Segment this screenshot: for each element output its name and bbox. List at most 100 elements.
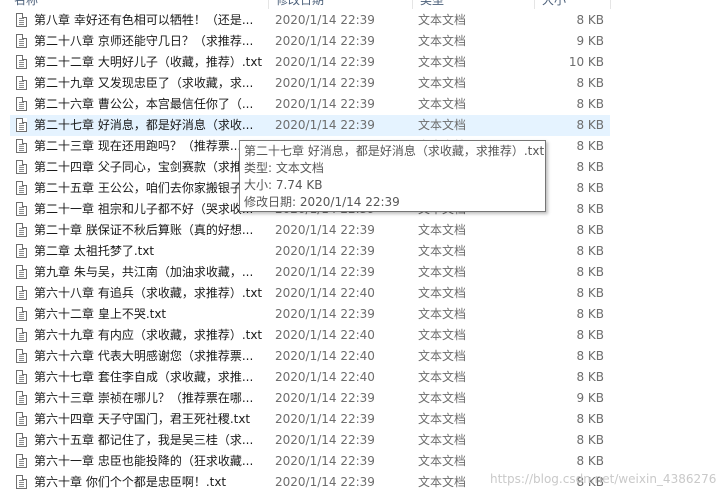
- text-file-icon: [16, 475, 27, 489]
- file-date: 2020/1/14 22:39: [275, 475, 375, 489]
- file-date: 2020/1/14 22:39: [275, 307, 375, 321]
- file-size: 8 KB: [576, 307, 604, 321]
- text-file-icon: [16, 286, 27, 300]
- file-size: 9 KB: [576, 391, 604, 405]
- column-divider[interactable]: [534, 0, 535, 9]
- file-row[interactable]: 第六十二章 皇上不哭.txt 2020/1/14 22:39 文本文档 8 KB: [10, 304, 610, 325]
- file-size: 8 KB: [576, 454, 604, 468]
- file-date: 2020/1/14 22:39: [275, 118, 375, 132]
- text-file-icon: [16, 223, 27, 237]
- file-row[interactable]: 第二十八章 京师还能守几日？（求推荐... 2020/1/14 22:39 文本文档…: [10, 31, 610, 52]
- file-type: 文本文档: [418, 223, 467, 237]
- file-name: 第六十二章 皇上不哭.txt: [34, 307, 167, 321]
- text-file-icon: [16, 412, 27, 426]
- file-size: 10 KB: [568, 55, 604, 69]
- file-type: 文本文档: [418, 286, 467, 300]
- file-row[interactable]: 第六十五章 都记住了，我是吴三桂（求... 2020/1/14 22:39 文本文档…: [10, 430, 610, 451]
- file-size: 8 KB: [576, 76, 604, 90]
- file-row[interactable]: 第六十九章 有内应（求收藏，求推荐）.txt 2020/1/14 22:40 文本文…: [10, 325, 610, 346]
- file-row[interactable]: 第二十二章 大明好儿子（收藏，推荐）.txt 2020/1/14 22:39 文本文…: [10, 52, 610, 73]
- text-file-icon: [16, 160, 27, 174]
- file-row[interactable]: 第二十七章 好消息，都是好消息（求收... 2020/1/14 22:39 文本文档…: [10, 115, 610, 136]
- text-file-icon: [16, 55, 27, 69]
- file-name: 第二章 太祖托梦了.txt: [34, 244, 155, 258]
- file-size: 8 KB: [576, 412, 604, 426]
- file-date: 2020/1/14 22:40: [275, 370, 375, 384]
- file-date: 2020/1/14 22:39: [275, 433, 375, 447]
- file-size: 8 KB: [576, 433, 604, 447]
- text-file-icon: [16, 433, 27, 447]
- file-name: 第六十四章 天子守国门，君王死社稷.txt: [34, 412, 251, 426]
- column-divider[interactable]: [412, 0, 413, 9]
- file-name: 第二十八章 京师还能守几日？（求推荐...: [34, 34, 254, 48]
- file-date: 2020/1/14 22:39: [275, 76, 375, 90]
- file-name: 第六十一章 忠臣也能投降的（狂求收藏...: [34, 454, 254, 468]
- text-file-icon: [16, 139, 27, 153]
- file-name: 第二十七章 好消息，都是好消息（求收...: [34, 118, 254, 132]
- file-row[interactable]: 第二十六章 曹公公，本宫最信任你了（... 2020/1/14 22:39 文本文档…: [10, 94, 610, 115]
- text-file-icon: [16, 181, 27, 195]
- text-file-icon: [16, 244, 27, 258]
- file-row[interactable]: 第二十九章 又发现忠臣了（求收藏，求... 2020/1/14 22:39 文本文档…: [10, 73, 610, 94]
- file-type: 文本文档: [418, 370, 467, 384]
- watermark: https://blog.csdn.net/weixin_43862765: [490, 472, 717, 486]
- text-file-icon: [16, 34, 27, 48]
- file-row[interactable]: 第九章 朱与吴，共江南（加油求收藏，... 2020/1/14 22:39 文本文档…: [10, 262, 610, 283]
- file-type: 文本文档: [418, 34, 467, 48]
- header-name[interactable]: 名称: [10, 0, 38, 9]
- file-name: 第二十四章 父子同心，宝剑赛款（求推...: [34, 160, 254, 174]
- tooltip-size: 大小: 7.74 KB: [244, 178, 323, 192]
- text-file-icon: [16, 13, 27, 27]
- file-row[interactable]: 第六十八章 有追兵（求收藏，求推荐）.txt 2020/1/14 22:40 文本文…: [10, 283, 610, 304]
- file-row[interactable]: 第六十七章 套住李自成（求收藏，求推... 2020/1/14 22:40 文本文档…: [10, 367, 610, 388]
- file-row[interactable]: 第六十六章 代表大明感谢您（求推荐票... 2020/1/14 22:40 文本文档…: [10, 346, 610, 367]
- file-type: 文本文档: [418, 475, 467, 489]
- file-type: 文本文档: [418, 328, 467, 342]
- file-date: 2020/1/14 22:39: [275, 391, 375, 405]
- file-size: 8 KB: [576, 244, 604, 258]
- column-divider[interactable]: [610, 0, 611, 9]
- file-date: 2020/1/14 22:40: [275, 286, 375, 300]
- file-type: 文本文档: [418, 349, 467, 363]
- file-date: 2020/1/14 22:39: [275, 223, 375, 237]
- file-date: 2020/1/14 22:40: [275, 349, 375, 363]
- file-row[interactable]: 第六十四章 天子守国门，君王死社稷.txt 2020/1/14 22:39 文本文档…: [10, 409, 610, 430]
- column-divider[interactable]: [268, 0, 269, 9]
- file-name: 第六十章 你们个个都是忠臣啊！.txt: [34, 475, 227, 489]
- file-date: 2020/1/14 22:39: [275, 97, 375, 111]
- file-row[interactable]: 第二十章 朕保证不秋后算账（真的好想... 2020/1/14 22:39 文本文档…: [10, 220, 610, 241]
- file-type: 文本文档: [418, 391, 467, 405]
- text-file-icon: [16, 454, 27, 468]
- text-file-icon: [16, 118, 27, 132]
- header-date[interactable]: 修改日期: [272, 0, 324, 9]
- text-file-icon: [16, 97, 27, 111]
- header-size[interactable]: 大小: [538, 0, 566, 9]
- file-name: 第六十五章 都记住了，我是吴三桂（求...: [34, 433, 254, 447]
- file-row[interactable]: 第八章 幸好还有色相可以牺牲！（还是... 2020/1/14 22:39 文本文档…: [10, 10, 610, 31]
- file-type: 文本文档: [418, 454, 467, 468]
- file-date: 2020/1/14 22:39: [275, 13, 375, 27]
- file-type: 文本文档: [418, 97, 467, 111]
- file-size: 8 KB: [576, 223, 604, 237]
- file-row[interactable]: 第二章 太祖托梦了.txt 2020/1/14 22:39 文本文档 8 KB: [10, 241, 610, 262]
- file-size: 8 KB: [576, 349, 604, 363]
- tooltip-type: 类型: 文本文档: [244, 161, 324, 175]
- file-date: 2020/1/14 22:39: [275, 55, 375, 69]
- file-type: 文本文档: [418, 118, 467, 132]
- file-date: 2020/1/14 22:39: [275, 454, 375, 468]
- file-type: 文本文档: [418, 433, 467, 447]
- file-tooltip: 第二十七章 好消息，都是好消息（求收藏，求推荐）.txt 类型: 文本文档 大小…: [239, 140, 546, 212]
- file-name: 第二十一章 祖宗和儿子都不好（哭求收...: [34, 202, 254, 216]
- file-date: 2020/1/14 22:40: [275, 328, 375, 342]
- file-size: 8 KB: [576, 265, 604, 279]
- file-name: 第九章 朱与吴，共江南（加油求收藏，...: [34, 265, 254, 279]
- file-name: 第六十六章 代表大明感谢您（求推荐票...: [34, 349, 254, 363]
- file-date: 2020/1/14 22:39: [275, 34, 375, 48]
- header-type[interactable]: 类型: [416, 0, 444, 9]
- file-row[interactable]: 第六十三章 崇祯在哪儿？（推荐票在哪... 2020/1/14 22:39 文本文档…: [10, 388, 610, 409]
- file-row[interactable]: 第六十一章 忠臣也能投降的（狂求收藏... 2020/1/14 22:39 文本文档…: [10, 451, 610, 472]
- file-type: 文本文档: [418, 76, 467, 90]
- text-file-icon: [16, 202, 27, 216]
- file-type: 文本文档: [418, 265, 467, 279]
- file-size: 8 KB: [576, 181, 604, 195]
